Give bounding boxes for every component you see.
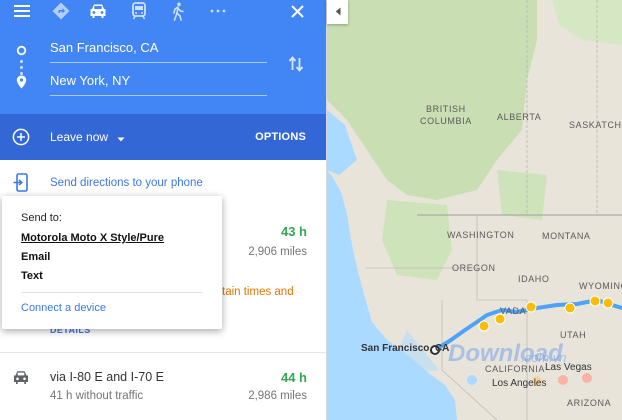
map-label-british-columbia: BRITISH COLUMBIA bbox=[420, 104, 472, 126]
connect-device-link[interactable]: Connect a device bbox=[21, 302, 106, 314]
car-route-icon bbox=[12, 370, 30, 390]
route-traffic-note: 41 h without traffic bbox=[50, 390, 144, 402]
dropdown-icon bbox=[117, 131, 125, 145]
add-icon[interactable] bbox=[12, 128, 30, 151]
options-button[interactable]: OPTIONS bbox=[255, 131, 306, 143]
transit-icon[interactable] bbox=[128, 0, 150, 22]
close-icon[interactable] bbox=[287, 0, 307, 22]
directions-panel: San Francisco, CA New York, NY Leave now… bbox=[0, 0, 327, 420]
send-directions-link[interactable]: Send directions to your phone bbox=[50, 177, 203, 189]
directions-icon[interactable] bbox=[50, 0, 72, 22]
map-label-idaho: IDAHO bbox=[518, 274, 550, 284]
map-label-alberta: ALBERTA bbox=[497, 112, 542, 122]
map-label-utah: UTAH bbox=[560, 330, 587, 340]
collapse-arrow-icon bbox=[335, 3, 341, 21]
route-time: 44 h bbox=[280, 370, 307, 385]
route-distance: 2,986 miles bbox=[248, 390, 307, 402]
route-time: 43 h bbox=[280, 224, 307, 239]
collapse-panel-button[interactable] bbox=[327, 0, 348, 24]
send-option-device[interactable]: Motorola Moto X Style/Pure bbox=[21, 232, 164, 244]
map-label-montana: MONTANA bbox=[542, 231, 591, 241]
route-warning: tain times and bbox=[222, 286, 294, 298]
car-icon[interactable] bbox=[86, 0, 110, 22]
route-distance: 2,906 miles bbox=[248, 246, 307, 258]
map-label-wyoming: WYOMING bbox=[579, 281, 622, 291]
route-via: via I-80 E and I-70 E bbox=[50, 370, 164, 384]
send-directions-row[interactable]: Send directions to your phone bbox=[0, 168, 326, 198]
leave-now-select[interactable]: Leave now bbox=[50, 130, 125, 145]
origin-dot-icon bbox=[16, 43, 27, 61]
walk-icon[interactable] bbox=[168, 0, 188, 22]
send-option-email[interactable]: Email bbox=[21, 251, 50, 263]
map-label-washington: WASHINGTON bbox=[447, 230, 515, 240]
destination-input[interactable]: New York, NY bbox=[50, 70, 267, 96]
route-option-2[interactable]: via I-80 E and I-70 E 44 h 41 h without … bbox=[0, 353, 326, 420]
leave-now-label: Leave now bbox=[50, 130, 109, 144]
swap-icon[interactable] bbox=[288, 55, 304, 78]
map-label-oregon: OREGON bbox=[452, 263, 496, 273]
origin-input[interactable]: San Francisco, CA bbox=[50, 37, 267, 63]
menu-icon[interactable] bbox=[12, 0, 32, 22]
popup-title: Send to: bbox=[21, 212, 62, 224]
map-label-nevada: VADA bbox=[500, 306, 527, 316]
destination-pin-icon bbox=[16, 75, 27, 94]
send-option-text[interactable]: Text bbox=[21, 270, 43, 282]
more-icon[interactable] bbox=[208, 0, 228, 22]
popup-divider bbox=[21, 292, 203, 293]
map-city-los-angeles[interactable]: Los Angeles bbox=[492, 378, 547, 389]
map-city-san-francisco[interactable]: San Francisco, CA bbox=[361, 343, 449, 354]
map-label-saskatchewan: SASKATCHE bbox=[569, 120, 622, 130]
map-label-arizona: ARIZONA bbox=[567, 398, 612, 408]
watermark-suffix: .com.vn bbox=[521, 350, 567, 365]
send-to-popup: Send to: Motorola Moto X Style/Pure Emai… bbox=[2, 196, 222, 329]
send-to-phone-icon bbox=[13, 173, 29, 198]
